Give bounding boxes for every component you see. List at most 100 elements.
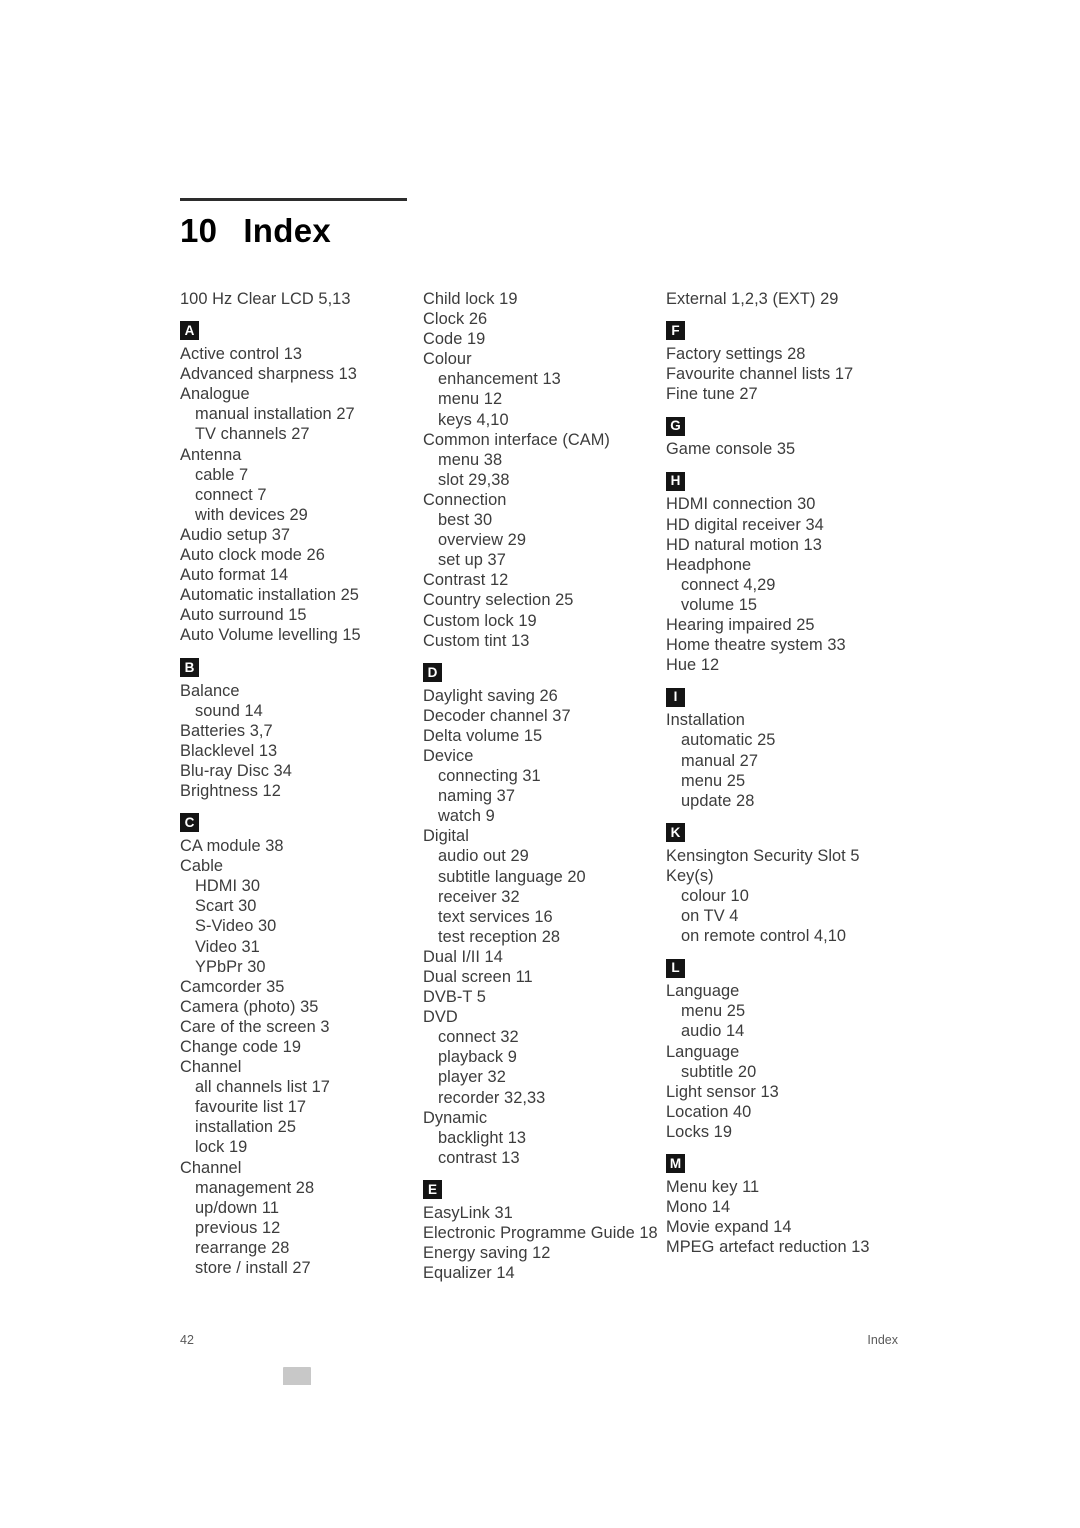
letter-group-l: L Language menu 25 audio 14 Language subtitle… bbox=[666, 957, 940, 1142]
index-entry: Blacklevel 13 bbox=[180, 741, 278, 760]
index-subentry: HDMI 30 bbox=[195, 877, 261, 896]
index-subentry: menu 38 bbox=[438, 450, 503, 469]
index-subentry: menu 25 bbox=[681, 1002, 746, 1021]
letter-badge-row: F bbox=[666, 320, 940, 344]
index-entry: Energy saving 12 bbox=[423, 1244, 551, 1263]
chapter-number: 10 bbox=[180, 212, 218, 249]
index-entry: Game console 35 bbox=[666, 440, 796, 459]
letter-badge: H bbox=[666, 471, 685, 491]
index-entry: Language bbox=[666, 982, 740, 1001]
letter-badge: L bbox=[666, 958, 685, 978]
index-entry: Equalizer 14 bbox=[423, 1264, 515, 1283]
index-entry: Audio setup 37 bbox=[180, 525, 291, 544]
index-subentry: keys 4,10 bbox=[438, 410, 509, 429]
index-subentry: playback 9 bbox=[438, 1048, 517, 1067]
index-entry: Electronic Programme Guide 18 bbox=[423, 1224, 658, 1243]
index-entry: Camera (photo) 35 bbox=[180, 997, 319, 1016]
index-entry: Care of the screen 3 bbox=[180, 1017, 330, 1036]
index-column: External 1,2,3 (EXT) 29 F Factory settings… bbox=[666, 289, 940, 1283]
index-subentry: set up 37 bbox=[438, 551, 506, 570]
index-entry: HD digital receiver 34 bbox=[666, 515, 824, 534]
index-entry: DVB-T 5 bbox=[423, 988, 486, 1007]
index-entry: Digital bbox=[423, 827, 469, 846]
index-entry: Location 40 bbox=[666, 1102, 752, 1121]
index-column: Child lock 19 Clock 26 Code 19 Colour enhanc… bbox=[423, 289, 666, 1283]
letter-group-c: C CA module 38 Cable HDMI 30 Scart 30 S-Video… bbox=[180, 812, 423, 1278]
index-subentry: menu 12 bbox=[438, 390, 503, 409]
index-entry: Automatic installation 25 bbox=[180, 586, 359, 605]
index-entry: Kensington Security Slot 5 bbox=[666, 846, 860, 865]
index-subentry: rearrange 28 bbox=[195, 1238, 290, 1257]
index-entry: Auto Volume levelling 15 bbox=[180, 626, 361, 645]
index-entry: Delta volume 15 bbox=[423, 726, 543, 745]
index-entry: CA module 38 bbox=[180, 837, 284, 856]
index-entry: Colour bbox=[423, 350, 472, 369]
index-entry: Hue 12 bbox=[666, 656, 720, 675]
index-subentry: colour 10 bbox=[681, 886, 749, 905]
chapter-title: Index bbox=[243, 212, 332, 249]
index-entry: Contrast 12 bbox=[423, 571, 509, 590]
index-entry: Key(s) bbox=[666, 866, 714, 885]
letter-badge: I bbox=[666, 687, 685, 707]
index-entry: HDMI connection 30 bbox=[666, 495, 816, 514]
index-subentry: manual 27 bbox=[681, 751, 758, 770]
letter-group-b: B Balance sound 14 Batteries 3,7 Blacklevel … bbox=[180, 657, 423, 802]
letter-group-d: D Daylight saving 26 Decoder channel 37 Del… bbox=[423, 662, 666, 1168]
index-subentry: connect 32 bbox=[438, 1028, 519, 1047]
letter-group-continued: 100 Hz Clear LCD 5,13 bbox=[180, 289, 423, 309]
letter-badge: K bbox=[666, 823, 685, 843]
index-entry: Channel bbox=[180, 1058, 242, 1077]
letter-badge-row: M bbox=[666, 1153, 940, 1177]
index-subentry: subtitle 20 bbox=[681, 1062, 757, 1081]
index-subentry: receiver 32 bbox=[438, 887, 520, 906]
index-entry: Favourite channel lists 17 bbox=[666, 365, 854, 384]
index-entry: Analogue bbox=[180, 385, 250, 404]
letter-group-continued: External 1,2,3 (EXT) 29 bbox=[666, 289, 940, 309]
index-entry: Locks 19 bbox=[666, 1122, 733, 1141]
index-subentry: management 28 bbox=[195, 1178, 315, 1197]
index-subentry: up/down 11 bbox=[195, 1198, 280, 1217]
index-subentry: YPbPr 30 bbox=[195, 957, 266, 976]
footer-page-number: 42 bbox=[180, 1333, 194, 1347]
index-subentry: overview 29 bbox=[438, 531, 527, 550]
index-subentry: enhancement 13 bbox=[438, 370, 561, 389]
index-page: 10 Index 100 Hz Clear LCD 5,13 A Active co… bbox=[0, 0, 1080, 1528]
index-entry: Hearing impaired 25 bbox=[666, 616, 815, 635]
index-entry: Cable bbox=[180, 857, 224, 876]
index-subentry: installation 25 bbox=[195, 1118, 296, 1137]
index-entry: Mono 14 bbox=[666, 1198, 731, 1217]
index-entry: Auto clock mode 26 bbox=[180, 546, 325, 565]
index-entry: Movie expand 14 bbox=[666, 1218, 792, 1237]
index-subentry: with devices 29 bbox=[195, 505, 308, 524]
index-subentry: player 32 bbox=[438, 1068, 506, 1087]
letter-badge-row: K bbox=[666, 822, 940, 846]
index-subentry: cable 7 bbox=[195, 465, 249, 484]
index-entry: Installation bbox=[666, 711, 745, 730]
letter-badge: E bbox=[423, 1180, 442, 1200]
index-subentry: sound 14 bbox=[195, 701, 263, 720]
letter-badge-row: L bbox=[666, 957, 940, 981]
index-subentry: contrast 13 bbox=[438, 1148, 520, 1167]
index-entry: Advanced sharpness 13 bbox=[180, 365, 357, 384]
letter-group-f: F Factory settings 28 Favourite channel li… bbox=[666, 320, 940, 404]
index-entry: Light sensor 13 bbox=[666, 1082, 779, 1101]
index-entry: Common interface (CAM) bbox=[423, 430, 610, 449]
letter-badge-row: E bbox=[423, 1179, 666, 1203]
letter-group-g: G Game console 35 bbox=[666, 415, 940, 459]
index-entry: Menu key 11 bbox=[666, 1178, 760, 1196]
letter-badge: B bbox=[180, 657, 199, 677]
letter-badge: D bbox=[423, 662, 442, 682]
index-entry: Clock 26 bbox=[423, 310, 488, 329]
letter-group-h: H HDMI connection 30 HD digital receiver 3… bbox=[666, 470, 940, 675]
index-subentry: all channels list 17 bbox=[195, 1078, 330, 1097]
letter-group-continued: Child lock 19 Clock 26 Code 19 Colour enhanc… bbox=[423, 289, 666, 651]
index-subentry: audio out 29 bbox=[438, 847, 529, 866]
index-entry: Headphone bbox=[666, 555, 752, 574]
index-subentry: S-Video 30 bbox=[195, 917, 277, 936]
index-entry: Code 19 bbox=[423, 330, 486, 349]
index-subentry: TV channels 27 bbox=[195, 425, 310, 444]
index-entry: Device bbox=[423, 746, 474, 765]
index-subentry: favourite list 17 bbox=[195, 1098, 307, 1117]
index-entry: EasyLink 31 bbox=[423, 1203, 513, 1222]
letter-badge-row: A bbox=[180, 320, 423, 344]
